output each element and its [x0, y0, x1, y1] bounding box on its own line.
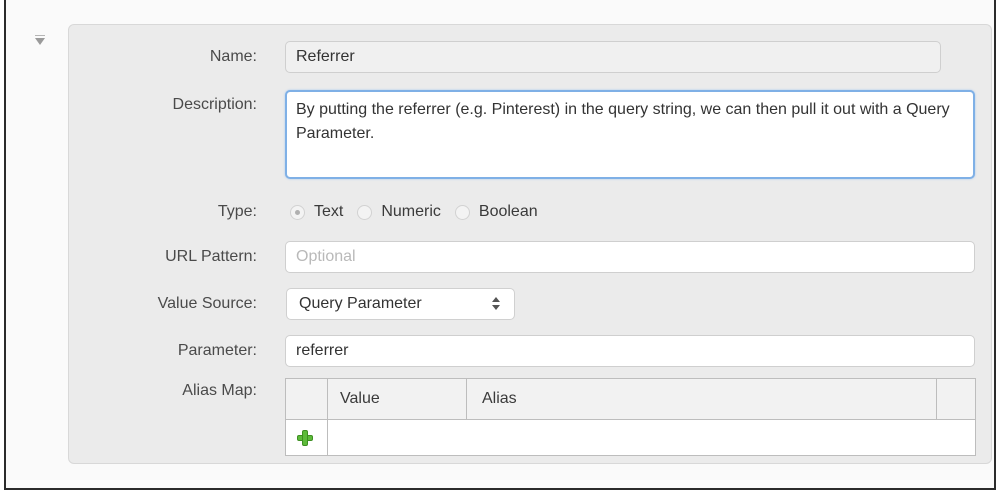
- alias-map-label: Alias Map:: [182, 382, 257, 399]
- parameter-label: Parameter:: [177, 342, 257, 359]
- alias-map-header: Value Alias: [286, 379, 975, 420]
- type-radio-boolean-label: Boolean: [478, 203, 538, 220]
- type-label: Type:: [217, 203, 257, 220]
- value-source-label: Value Source:: [157, 295, 257, 312]
- select-arrows-icon: [492, 297, 500, 311]
- name-label: Name:: [209, 48, 257, 65]
- description-label: Description:: [172, 96, 257, 113]
- disclosure-triangle-icon[interactable]: [35, 35, 45, 45]
- window-frame: Name: Referrer Description: By putting t…: [4, 0, 996, 490]
- radio-unselected-icon: [357, 204, 373, 220]
- url-pattern-field[interactable]: Optional: [285, 241, 975, 273]
- type-radio-boolean[interactable]: Boolean: [454, 203, 538, 221]
- type-radio-numeric[interactable]: Numeric: [357, 203, 441, 221]
- column-divider: [327, 379, 328, 455]
- radio-selected-icon: [290, 204, 305, 220]
- name-field[interactable]: Referrer: [285, 41, 941, 73]
- alias-map-table: Value Alias: [285, 378, 976, 456]
- type-radio-text[interactable]: Text: [290, 203, 343, 221]
- value-source-selected: Query Parameter: [299, 295, 422, 312]
- column-divider: [936, 379, 937, 419]
- column-header-alias[interactable]: Alias: [482, 379, 517, 419]
- description-field[interactable]: By putting the referrer (e.g. Pinterest)…: [285, 90, 975, 179]
- type-radio-text-label: Text: [314, 203, 344, 220]
- add-alias-plus-icon[interactable]: [296, 429, 314, 447]
- column-header-value[interactable]: Value: [340, 379, 380, 419]
- value-source-select[interactable]: Query Parameter: [286, 288, 515, 320]
- parameter-field[interactable]: referrer: [285, 335, 975, 367]
- column-divider: [466, 379, 467, 419]
- type-radio-numeric-label: Numeric: [381, 203, 441, 220]
- radio-unselected-icon: [454, 204, 470, 220]
- type-radio-group: Text Numeric Boolean: [290, 201, 552, 223]
- url-pattern-placeholder: Optional: [296, 248, 356, 265]
- url-pattern-label: URL Pattern:: [165, 248, 257, 265]
